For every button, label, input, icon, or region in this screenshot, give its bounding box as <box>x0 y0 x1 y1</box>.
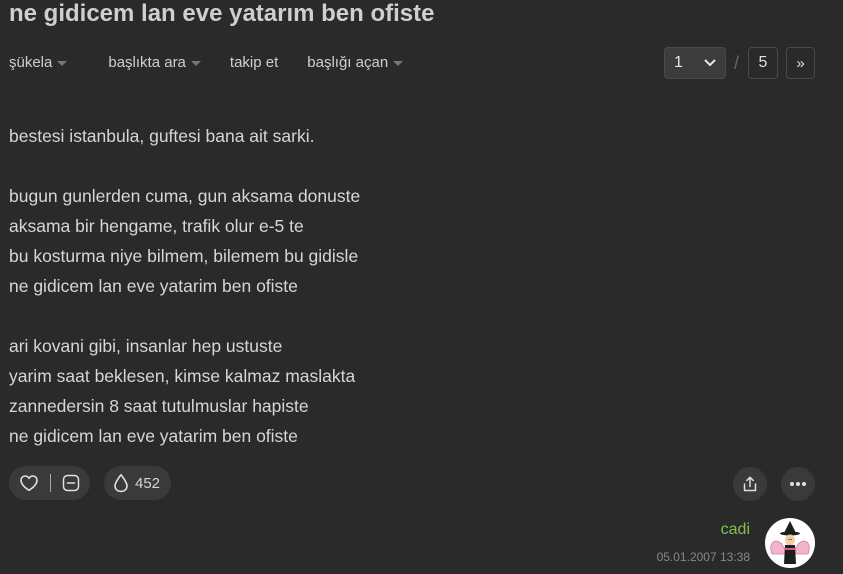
follow-topic-label: takip et <box>229 53 279 71</box>
entry-author[interactable]: cadi <box>721 521 750 539</box>
witch-avatar-icon <box>770 521 810 564</box>
dislike-button[interactable] <box>62 474 80 492</box>
pager-separator: / <box>733 52 739 73</box>
search-in-topic-label: başlıkta ara <box>108 53 186 71</box>
topic-title[interactable]: ne gidicem lan eve yatarım ben ofiste <box>9 0 434 28</box>
entry-line: bu kosturma niye bilmem, bilemem bu gidi… <box>9 246 359 266</box>
caret-down-icon <box>393 60 404 66</box>
minus-box-icon <box>62 474 80 492</box>
current-page-value: 1 <box>673 54 683 71</box>
entry-date[interactable]: 05.01.2007 13:38 <box>657 550 750 564</box>
more-dots-icon <box>790 482 806 486</box>
entry-line: bugun gunlerden cuma, gun aksama donuste <box>9 186 361 206</box>
author-avatar[interactable] <box>765 518 815 568</box>
entry-blank-line <box>9 301 809 331</box>
share-icon <box>743 476 757 492</box>
search-in-topic-dropdown[interactable]: başlıkta ara <box>108 54 201 71</box>
follow-topic-link[interactable]: takip et <box>230 54 278 71</box>
entry-line: ne gidicem lan eve yatarim ben ofiste <box>9 276 298 296</box>
sort-dropdown[interactable]: şükela <box>9 53 68 71</box>
entry-line: ari kovani gibi, insanlar hep ustuste <box>9 336 283 356</box>
entry-blank-line <box>9 151 809 181</box>
next-page-button[interactable]: » <box>786 47 815 79</box>
topic-opener-dropdown[interactable]: başlığı açan <box>307 53 404 71</box>
entry-line: bestesi istanbula, guftesi bana ait sark… <box>9 126 315 146</box>
caret-down-icon <box>190 60 201 66</box>
more-options-button[interactable] <box>781 467 815 501</box>
sort-dropdown-label: şükela <box>9 53 53 71</box>
share-button[interactable] <box>733 467 767 501</box>
vote-group <box>9 466 90 500</box>
caret-down-icon <box>57 60 68 66</box>
drop-icon <box>114 474 128 493</box>
entry-line: zannedersin 8 saat tutulmuslar hapiste <box>9 396 309 416</box>
heart-icon <box>20 475 38 492</box>
entry-feedback: 452 <box>9 466 172 500</box>
topic-subnav: şükela başlıkta ara takip et başlığı aça… <box>9 52 404 72</box>
page-select[interactable]: 1 <box>663 47 726 79</box>
topic-opener-label: başlığı açan <box>307 53 389 71</box>
favorite-button[interactable]: 452 <box>104 466 172 500</box>
pager: 1 / 5 » <box>663 47 815 79</box>
favorite-count: 452 <box>135 474 161 492</box>
vote-divider <box>50 474 51 492</box>
like-button[interactable] <box>19 474 39 492</box>
chevron-down-icon <box>704 59 716 66</box>
last-page-button[interactable]: 5 <box>748 47 778 79</box>
entry-line: ne gidicem lan eve yatarim ben ofiste <box>9 426 298 446</box>
entry-line: aksama bir hengame, trafik olur e-5 te <box>9 216 304 236</box>
entry-line: yarim saat beklesen, kimse kalmaz maslak… <box>9 366 356 386</box>
entry-content: bestesi istanbula, guftesi bana ait sark… <box>9 121 809 451</box>
